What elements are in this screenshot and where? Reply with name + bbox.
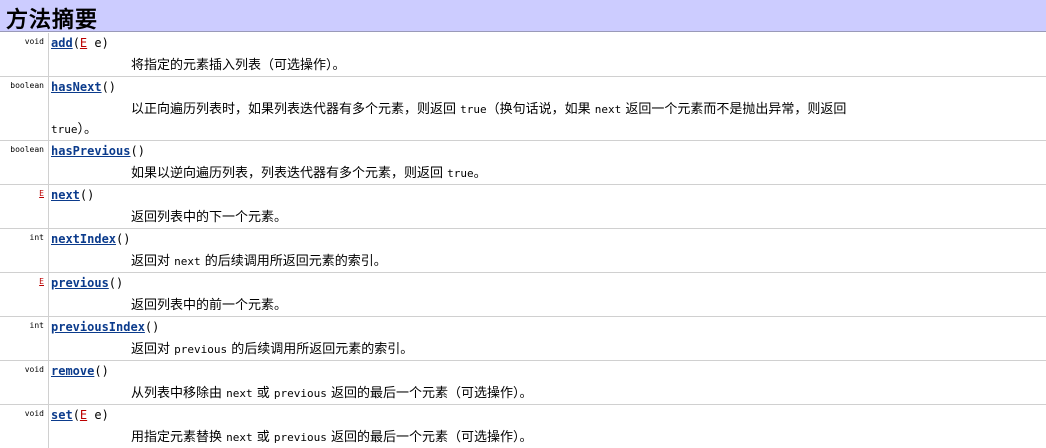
method-link-hasprevious[interactable]: hasPrevious [51, 144, 130, 158]
method-description: 返回对 next 的后续调用所返回元素的索引。 [131, 254, 387, 269]
method-link-next[interactable]: next [51, 188, 80, 202]
method-row-previous: E previous() 返回列表中的前一个元素。 [0, 273, 1046, 317]
method-description: 如果以逆向遍历列表，列表迭代器有多个元素，则返回 true。 [131, 166, 487, 181]
method-link-hasnext[interactable]: hasNext [51, 80, 102, 94]
method-row-next: E next() 返回列表中的下一个元素。 [0, 185, 1046, 229]
method-signature: next() [51, 188, 95, 202]
method-signature: hasPrevious() [51, 144, 145, 158]
return-type: int [29, 321, 44, 330]
section-title: 方法摘要 [6, 8, 99, 33]
method-description: 返回列表中的下一个元素。 [131, 210, 288, 225]
column-divider [48, 229, 49, 272]
return-type: boolean [10, 145, 44, 154]
method-row-remove: void remove() 从列表中移除由 next 或 previous 返回… [0, 361, 1046, 405]
method-row-hasprevious: boolean hasPrevious() 如果以逆向遍历列表，列表迭代器有多个… [0, 141, 1046, 185]
return-type-link[interactable]: E [39, 189, 44, 198]
column-divider [48, 317, 49, 360]
method-link-previous[interactable]: previous [51, 276, 109, 290]
column-divider [48, 77, 49, 140]
method-signature: add(E e) [51, 36, 109, 50]
method-description: 返回列表中的前一个元素。 [131, 298, 288, 313]
return-type-link[interactable]: E [39, 277, 44, 286]
return-type: void [24, 365, 44, 374]
method-row-previousindex: int previousIndex() 返回对 previous 的后续调用所返… [0, 317, 1046, 361]
method-signature: nextIndex() [51, 232, 131, 246]
column-divider [48, 185, 49, 228]
method-link-previousindex[interactable]: previousIndex [51, 320, 145, 334]
method-description: 从列表中移除由 next 或 previous 返回的最后一个元素（可选操作）。 [131, 386, 533, 401]
method-description: 返回对 previous 的后续调用所返回元素的索引。 [131, 342, 414, 357]
return-type: boolean [10, 81, 44, 90]
column-divider [48, 33, 49, 76]
method-signature: hasNext() [51, 80, 117, 94]
method-row-set: void set(E e) 用指定元素替换 next 或 previous 返回… [0, 405, 1046, 448]
method-signature: remove() [51, 364, 109, 378]
method-description: 将指定的元素插入列表（可选操作）。 [131, 58, 346, 73]
method-signature: previous() [51, 276, 124, 290]
method-link-add[interactable]: add [51, 36, 73, 50]
method-summary-header: 方法摘要 [0, 0, 1046, 33]
method-description: 用指定元素替换 next 或 previous 返回的最后一个元素（可选操作）。 [131, 430, 533, 445]
method-row-hasnext: boolean hasNext() 以正向遍历列表时，如果列表迭代器有多个元素，… [0, 77, 1046, 141]
return-type: int [29, 233, 44, 242]
method-link-set[interactable]: set [51, 408, 73, 422]
column-divider [48, 141, 49, 184]
method-signature: set(E e) [51, 408, 109, 422]
return-type: void [24, 37, 44, 46]
column-divider [48, 273, 49, 316]
column-divider [48, 405, 49, 448]
return-type: void [24, 409, 44, 418]
method-description: 以正向遍历列表时，如果列表迭代器有多个元素，则返回 true（换句话说，如果 n… [131, 102, 847, 117]
method-description-continued: true）。 [51, 122, 98, 137]
method-signature: previousIndex() [51, 320, 160, 334]
method-row-add: void add(E e) 将指定的元素插入列表（可选操作）。 [0, 33, 1046, 77]
method-row-nextindex: int nextIndex() 返回对 next 的后续调用所返回元素的索引。 [0, 229, 1046, 273]
column-divider [48, 361, 49, 404]
method-link-remove[interactable]: remove [51, 364, 94, 378]
method-link-nextindex[interactable]: nextIndex [51, 232, 116, 246]
